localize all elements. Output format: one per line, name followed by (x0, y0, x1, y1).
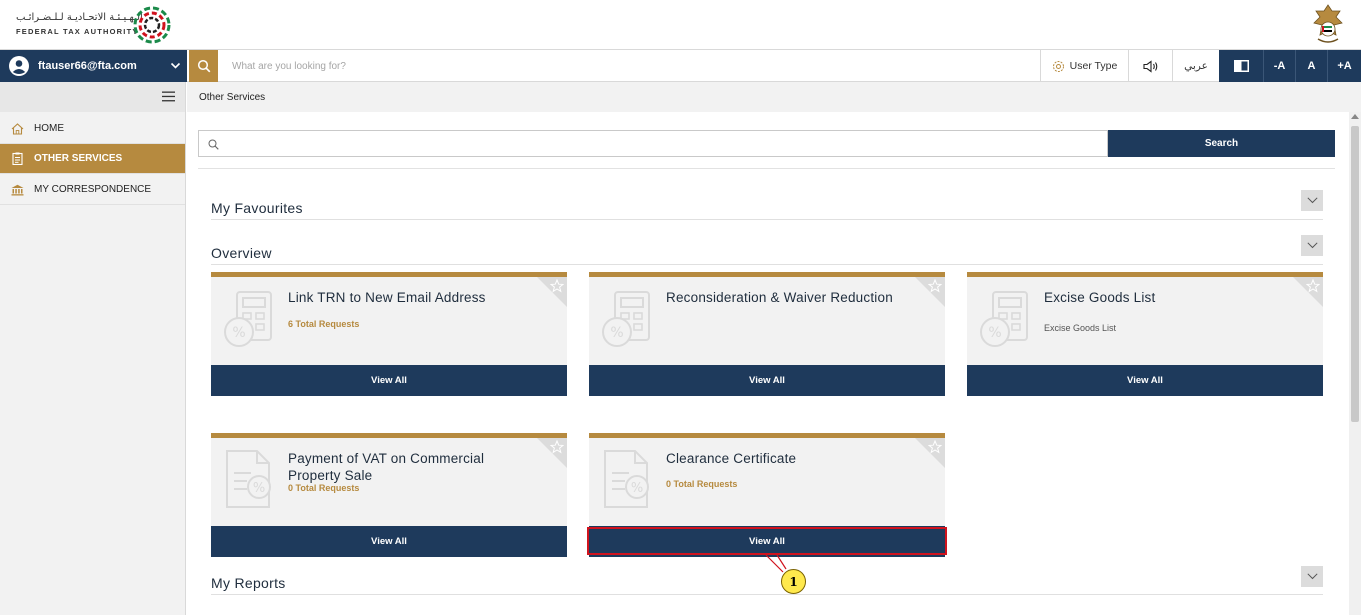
fta-logo-mark-icon (133, 6, 171, 44)
view-all-button[interactable]: View All (211, 365, 567, 396)
star-icon[interactable] (928, 440, 942, 454)
card-title: Payment of VAT on Commercial Property Sa… (288, 451, 485, 483)
svg-text:%: % (232, 325, 245, 341)
search-icon (208, 139, 219, 150)
section-divider (211, 264, 1323, 265)
view-all-button[interactable]: View All (589, 365, 945, 396)
section-title-my-favourites: My Favourites (211, 200, 303, 216)
section-divider (211, 594, 1323, 595)
user-type-label: User Type (1069, 60, 1118, 72)
sidebar-item-label: HOME (34, 123, 64, 134)
sidebar-item-my-correspondence[interactable]: MY CORRESPONDENCE (0, 175, 185, 205)
tax-document-icon: % (604, 450, 649, 508)
service-search-box (198, 130, 1108, 157)
card-description: Excise Goods List (1044, 323, 1117, 333)
svg-text:%: % (253, 481, 265, 496)
fta-logo[interactable]: الـهـيـئـة الاتحـاديـة لـلـضـرائـب FEDER… (14, 5, 174, 45)
sidebar: HOME OTHER SERVICES MY CORRESPONDENCE (0, 82, 186, 615)
speaker-icon (1142, 59, 1157, 73)
breadcrumb: Other Services (199, 92, 266, 103)
language-toggle[interactable]: عربي (1172, 50, 1219, 82)
calculator-icon: % (602, 291, 650, 347)
sidebar-item-other-services[interactable]: OTHER SERVICES (0, 144, 185, 174)
top-header: الـهـيـئـة الاتحـاديـة لـلـضـرائـب FEDER… (0, 0, 1361, 50)
contrast-toggle[interactable] (1219, 50, 1263, 82)
star-icon[interactable] (550, 440, 564, 454)
scroll-thumb[interactable] (1351, 126, 1359, 422)
star-icon[interactable] (550, 279, 564, 293)
card-body: % Clearance Certificate 0 Total Requests (589, 433, 945, 526)
contrast-icon (1233, 60, 1249, 72)
card-title: Clearance Certificate (666, 451, 797, 466)
nav-bar: ftauser66@fta.com User Type عربي -A A (0, 50, 1361, 82)
bank-icon (11, 184, 24, 195)
chevron-down-icon (1306, 197, 1318, 204)
sidebar-item-label: OTHER SERVICES (34, 153, 123, 164)
card-body: % Link TRN to New Email Address 6 Total … (211, 272, 567, 365)
calculator-icon: % (980, 291, 1028, 347)
card-title: Excise Goods List (1044, 290, 1156, 305)
card-body: % Reconsideration & Waiver Reduction (589, 272, 945, 365)
card-request-count: 0 Total Requests (288, 483, 360, 493)
divider (198, 168, 1335, 169)
user-email: ftauser66@fta.com (38, 60, 137, 72)
view-all-button[interactable]: View All (967, 365, 1323, 396)
home-icon (11, 122, 24, 135)
scroll-up-arrow-icon[interactable] (1351, 114, 1359, 119)
star-icon[interactable] (928, 279, 942, 293)
view-all-button[interactable]: View All (211, 526, 567, 557)
section-divider (211, 219, 1323, 220)
chevron-down-icon (1306, 573, 1318, 580)
tax-document-icon: % (226, 450, 271, 508)
service-search-input[interactable] (225, 134, 1095, 154)
font-normal-button[interactable]: A (1295, 50, 1327, 82)
card-body: % Excise Goods List Excise Goods List (967, 272, 1323, 365)
service-search-button[interactable]: Search (1108, 130, 1335, 157)
section-title-my-reports: My Reports (211, 575, 286, 591)
svg-text:%: % (610, 325, 623, 341)
card-title: Link TRN to New Email Address (288, 290, 486, 305)
page-scrollbar[interactable] (1349, 112, 1361, 615)
sidebar-toggle-bar (0, 82, 185, 112)
speaker-button[interactable] (1128, 50, 1172, 82)
svg-text:%: % (631, 481, 643, 496)
logo-english-text: FEDERAL TAX AUTHORITY (16, 27, 139, 36)
user-type-button[interactable]: User Type (1040, 50, 1128, 82)
star-icon[interactable] (1306, 279, 1320, 293)
user-avatar-icon (9, 56, 29, 76)
sidebar-item-label: MY CORRESPONDENCE (34, 184, 152, 195)
service-card-reconsideration: % Reconsideration & Waiver Reduction Vie… (589, 272, 945, 397)
section-title-overview: Overview (211, 245, 272, 261)
card-request-count: 6 Total Requests (288, 319, 360, 329)
service-card-vat-commercial-property: % Payment of VAT on Commercial Property … (211, 433, 567, 558)
global-search-input[interactable] (222, 56, 922, 76)
calculator-icon: % (224, 291, 272, 347)
gear-icon (1052, 60, 1064, 72)
card-body: % Payment of VAT on Commercial Property … (211, 433, 567, 526)
service-card-excise-goods: % Excise Goods List Excise Goods List Vi… (967, 272, 1323, 397)
sidebar-item-home[interactable]: HOME (0, 114, 185, 144)
favourites-collapse-button[interactable] (1301, 190, 1323, 211)
svg-text:%: % (988, 325, 1001, 341)
chevron-down-icon[interactable] (170, 60, 181, 71)
font-decrease-button[interactable]: -A (1263, 50, 1295, 82)
service-card-link-trn: % Link TRN to New Email Address 6 Total … (211, 272, 567, 397)
overview-collapse-button[interactable] (1301, 235, 1323, 256)
user-menu[interactable]: ftauser66@fta.com (0, 50, 187, 82)
card-title: Reconsideration & Waiver Reduction (666, 290, 893, 305)
chevron-down-icon (1306, 242, 1318, 249)
logo-arabic-text: الـهـيـئـة الاتحـاديـة لـلـضـرائـب (16, 12, 143, 23)
font-increase-button[interactable]: +A (1327, 50, 1361, 82)
annotation-highlight-box (587, 527, 947, 555)
uae-emblem-icon (1313, 4, 1343, 43)
clipboard-icon (12, 152, 23, 165)
search-icon (197, 59, 210, 73)
breadcrumb-bar: Other Services (187, 82, 1361, 112)
global-search-button[interactable] (189, 50, 218, 82)
reports-collapse-button[interactable] (1301, 566, 1323, 587)
hamburger-menu-icon[interactable] (162, 91, 175, 102)
annotation-callout-badge: 1 (781, 569, 806, 594)
card-request-count: 0 Total Requests (666, 479, 738, 489)
